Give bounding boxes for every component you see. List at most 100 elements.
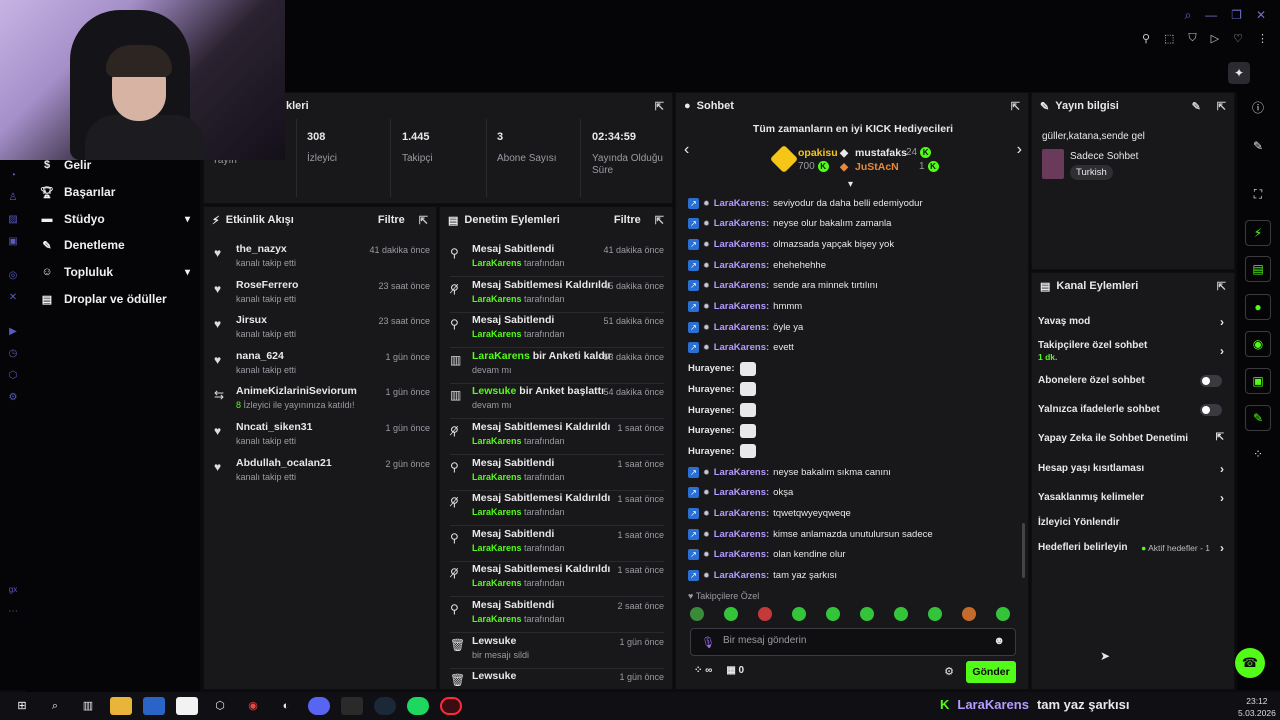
task-view-icon[interactable]: ▥: [77, 697, 99, 715]
info-toggle-icon[interactable]: ✎: [1245, 405, 1271, 431]
rail-icon[interactable]: ♙: [7, 192, 19, 204]
chat-username[interactable]: LaraKarens:: [714, 260, 769, 271]
chat-message[interactable]: ↗ ✹ LaraKarens: tqwetqwyeyqweqe: [688, 506, 851, 522]
gifter-name[interactable]: opakisu: [798, 147, 838, 159]
moderation-toggle-icon[interactable]: ▤: [1245, 256, 1271, 282]
chat-message[interactable]: ↗ ✹ LaraKarens: okşa: [688, 485, 793, 501]
table-row[interactable]: ⚲ Mesaj Sabitlendi 2 saat önce LaraKaren…: [450, 599, 664, 633]
x-icon[interactable]: ✕: [7, 292, 19, 304]
app-icon[interactable]: ◐: [275, 697, 297, 715]
list-item[interactable]: ♥ the_nazyx 41 dakika önce kanalı takip …: [214, 243, 430, 275]
edit-icon[interactable]: ✎: [1245, 134, 1271, 160]
gifter-name[interactable]: JuStAcN: [855, 161, 899, 173]
history-icon[interactable]: ◷: [7, 348, 19, 360]
emote[interactable]: [724, 607, 738, 621]
chat-message[interactable]: Hurayene:: [688, 381, 757, 397]
chat-message[interactable]: ↗ ✹ LaraKarens: hmmm: [688, 299, 802, 315]
chevron-left-icon[interactable]: ‹: [684, 141, 689, 159]
chat-message[interactable]: ↗ ✹ LaraKarens: olmazsada yapçak bişey yo…: [688, 236, 894, 252]
rail-icon[interactable]: ▶: [7, 326, 19, 338]
table-row[interactable]: ▥ LaraKarens bir Anketi kaldırdı 53 daki…: [450, 350, 664, 384]
emote[interactable]: [996, 607, 1010, 621]
table-row[interactable]: ⚲ Mesaj Sabitlendi 51 dakika önce LaraKa…: [450, 314, 664, 349]
chat-message[interactable]: ↗ ✹ LaraKarens: olan kendine olur: [688, 547, 846, 563]
send-button[interactable]: Gönder: [966, 661, 1016, 683]
pinned-arrow-icon[interactable]: ▾: [848, 179, 853, 190]
infinity-icon[interactable]: ⁘ ∞: [694, 665, 712, 676]
chat-message[interactable]: ↗ ✹ LaraKarens: tam yaz şarkısı: [688, 568, 837, 584]
table-row[interactable]: ⚲ Mesaj Sabitlendi 1 saat önce LaraKaren…: [450, 457, 664, 491]
windows-start-icon[interactable]: ⊞: [11, 697, 33, 715]
app-icon[interactable]: ◉: [242, 697, 264, 715]
heart-icon[interactable]: ♡: [1233, 32, 1243, 45]
chat-username[interactable]: LaraKarens:: [714, 487, 769, 498]
help-button[interactable]: ☎: [1235, 648, 1265, 678]
gifter-name[interactable]: mustafaks: [855, 147, 907, 159]
chat-username[interactable]: LaraKarens:: [714, 342, 769, 353]
chat-username[interactable]: LaraKarens:: [714, 549, 769, 560]
maximize-icon[interactable]: ❐: [1231, 8, 1242, 23]
microphone-icon[interactable]: 🎙︎: [701, 636, 715, 649]
popout-icon[interactable]: ⇱: [419, 214, 428, 227]
more-icon[interactable]: ⋯: [7, 606, 19, 618]
app-icon[interactable]: ⬡: [209, 697, 231, 715]
play-icon[interactable]: ▷: [1211, 32, 1219, 45]
sidebar-item-revenue[interactable]: $ Gelir: [40, 158, 190, 172]
chat-message[interactable]: ↗ ✹ LaraKarens: neyse olur bakalım zamanl…: [688, 216, 891, 232]
chat-message[interactable]: ↗ ✹ LaraKarens: öyle ya: [688, 319, 803, 335]
sidebar-item-community[interactable]: ☺ Topluluk ▾: [40, 265, 190, 279]
account-age-restriction[interactable]: Hesap yaşı kısıtlaması ›: [1038, 462, 1224, 476]
chat-input-box[interactable]: 🎙︎ ☻: [690, 628, 1016, 656]
actions-toggle-icon[interactable]: ▣: [1245, 368, 1271, 394]
chat-message[interactable]: ↗ ✹ LaraKarens: sende ara minnek tırtılın…: [688, 278, 878, 294]
banned-words[interactable]: Yasaklanmış kelimeler ›: [1038, 491, 1224, 505]
popout-icon[interactable]: ⇱: [655, 214, 664, 227]
table-row[interactable]: ▥ Lewsuke bir Anket başlattı 54 dakika ö…: [450, 385, 664, 420]
chat-input[interactable]: [723, 635, 983, 646]
app-icon[interactable]: [143, 697, 165, 715]
followers-only-chat[interactable]: Takipçilere özel sohbet 1 dk. ›: [1038, 340, 1224, 362]
pin-icon[interactable]: ⚲: [1142, 32, 1150, 45]
chat-message[interactable]: ↗ ✹ LaraKarens: kimse anlamazda unutulurs…: [688, 526, 933, 542]
list-item[interactable]: ♥ Jirsux 23 saat önce kanalı takip etti: [214, 314, 430, 346]
table-row[interactable]: ⚲̸ Mesaj Sabitlemesi Kaldırıldı 45 dakik…: [450, 279, 664, 313]
chat-username[interactable]: LaraKarens:: [714, 529, 769, 540]
emotes-only-chat[interactable]: Yalnızca ifadelerle sohbet: [1038, 404, 1224, 416]
chat-message[interactable]: Hurayene:: [688, 402, 757, 418]
gear-icon[interactable]: ⚙: [944, 665, 954, 678]
chat-message[interactable]: Hurayene:: [688, 423, 757, 439]
chat-username[interactable]: LaraKarens:: [714, 508, 769, 519]
table-row[interactable]: 🗑︎ Lewsuke 1 gün önce bir mesajı sildi: [450, 635, 664, 669]
list-item[interactable]: ♥ nana_624 1 gün önce kanalı takip etti: [214, 350, 430, 382]
broadcast-toggle-icon[interactable]: ◉: [1245, 331, 1271, 357]
popout-icon[interactable]: ⇱: [1217, 280, 1226, 293]
emote[interactable]: [962, 607, 976, 621]
layout-icon[interactable]: ⁘: [1245, 442, 1271, 468]
search-icon[interactable]: ⌕: [1184, 8, 1191, 23]
discord-icon[interactable]: [308, 697, 330, 715]
emote[interactable]: [792, 607, 806, 621]
chat-username[interactable]: LaraKarens:: [714, 239, 769, 250]
edit-icon[interactable]: ✎: [1192, 100, 1201, 113]
rail-icon[interactable]: ◔: [7, 170, 19, 182]
opera-gx-icon[interactable]: [440, 697, 462, 715]
popout-icon[interactable]: ⇱: [655, 100, 664, 113]
table-row[interactable]: ⚲̸ Mesaj Sabitlemesi Kaldırıldı 1 saat ö…: [450, 563, 664, 598]
spotify-icon[interactable]: [407, 697, 429, 715]
emote[interactable]: [894, 607, 908, 621]
chat-message[interactable]: ↗ ✹ LaraKarens: ehehehehhe: [688, 257, 826, 273]
file-explorer-icon[interactable]: [110, 697, 132, 715]
emote[interactable]: [860, 607, 874, 621]
chat-username[interactable]: Hurayene:: [688, 384, 734, 395]
minimize-icon[interactable]: —: [1205, 8, 1217, 23]
filter-button[interactable]: Filtre: [378, 214, 405, 226]
emote[interactable]: [690, 607, 704, 621]
popout-icon[interactable]: ⇱: [1011, 100, 1020, 113]
chat-message[interactable]: Hurayene:: [688, 443, 757, 459]
emote[interactable]: [928, 607, 942, 621]
emotes-only-toggle[interactable]: [1200, 404, 1222, 416]
chat-username[interactable]: LaraKarens:: [714, 198, 769, 209]
list-item[interactable]: ⇆ AnimeKizlariniSeviorum 1 gün önce 8 İz…: [214, 385, 430, 417]
table-row[interactable]: ⚲ Mesaj Sabitlendi 1 saat önce LaraKaren…: [450, 528, 664, 562]
chevron-right-icon[interactable]: ›: [1017, 141, 1022, 159]
